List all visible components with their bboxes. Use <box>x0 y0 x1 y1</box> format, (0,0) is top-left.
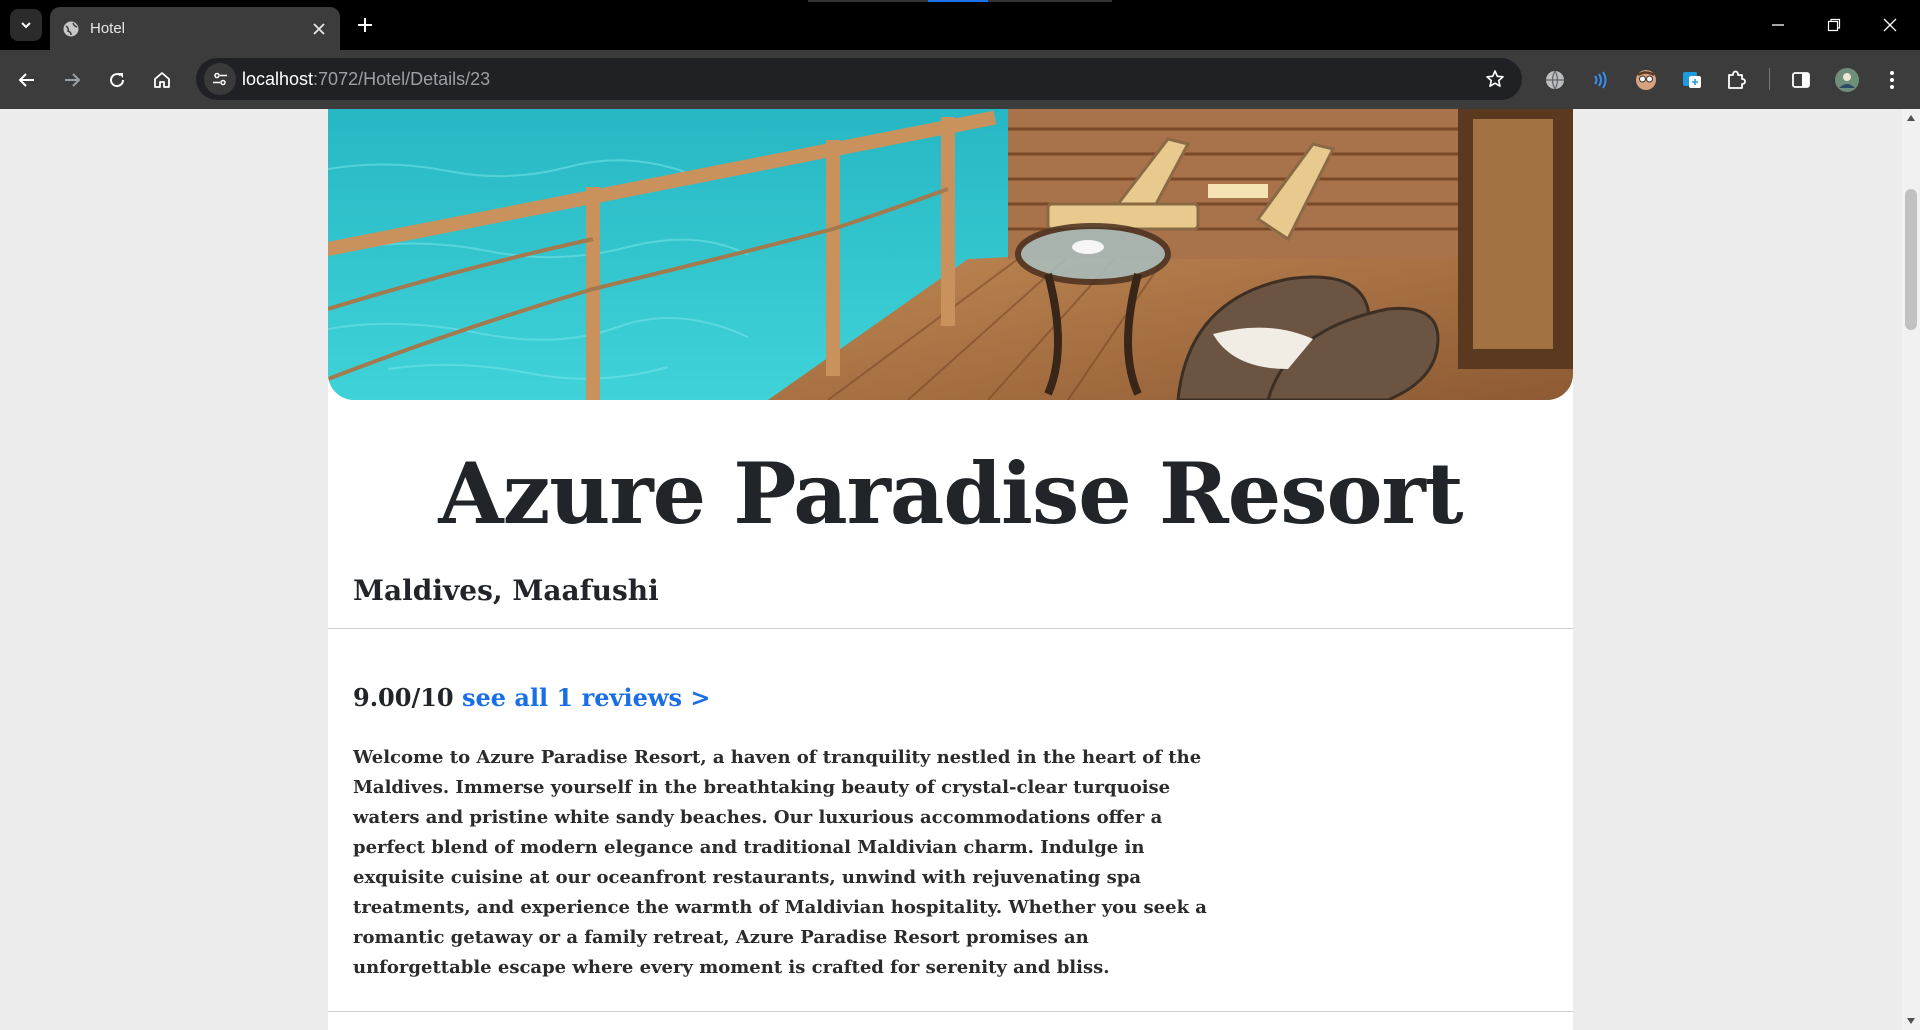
url-path: :7072/Hotel/Details/23 <box>313 69 491 89</box>
globe-extension-button[interactable] <box>1540 65 1570 95</box>
puzzle-icon <box>1728 70 1746 89</box>
extensions-button[interactable] <box>1721 65 1751 95</box>
tab-title: Hotel <box>90 20 126 37</box>
avatar-extension-button[interactable] <box>1631 65 1661 95</box>
tune-icon <box>213 72 227 86</box>
address-bar[interactable]: localhost:7072/Hotel/Details/23 <box>196 58 1522 100</box>
section-divider <box>328 628 1573 629</box>
triangle-up-icon <box>1907 115 1915 121</box>
minimize-icon <box>1772 24 1784 26</box>
rating-score: 9.00/10 <box>353 683 454 712</box>
arrow-left-icon <box>18 73 34 87</box>
profile-avatar-icon <box>1835 68 1859 92</box>
new-tab-button[interactable] <box>350 10 380 40</box>
hotel-description: Welcome to Azure Paradise Resort, a have… <box>353 747 1207 978</box>
tab-search-button[interactable] <box>10 9 42 41</box>
home-icon <box>154 72 170 88</box>
url-host: localhost <box>242 69 314 89</box>
star-icon <box>1486 70 1504 87</box>
reload-button[interactable] <box>99 62 135 98</box>
toolbar-separator <box>1769 68 1770 90</box>
hotel-photo <box>328 109 1573 400</box>
top-indicator <box>808 0 1112 2</box>
arrow-right-icon <box>65 73 81 87</box>
bookmark-button[interactable] <box>1480 64 1510 94</box>
plus-icon <box>358 18 372 32</box>
hotel-location: Maldives, Maafushi <box>353 574 659 607</box>
section-divider <box>328 1011 1573 1012</box>
side-panel-button[interactable] <box>1786 65 1816 95</box>
restore-button[interactable] <box>1814 8 1854 42</box>
close-window-button[interactable] <box>1870 8 1910 42</box>
url-text: localhost:7072/Hotel/Details/23 <box>242 69 490 90</box>
avatar-extension-icon <box>1636 70 1656 90</box>
minimize-button[interactable] <box>1758 8 1798 42</box>
menu-button[interactable] <box>1877 65 1907 95</box>
page-scrollbar[interactable] <box>1902 109 1920 1030</box>
scrollbar-thumb[interactable] <box>1905 189 1917 330</box>
scroll-down-button[interactable] <box>1902 1012 1920 1030</box>
profile-button[interactable] <box>1832 65 1862 95</box>
tab-strip: Hotel <box>0 0 1920 50</box>
reload-icon <box>110 73 125 88</box>
triangle-down-icon <box>1907 1018 1915 1024</box>
forward-button[interactable] <box>54 62 90 98</box>
scroll-up-button[interactable] <box>1902 109 1920 127</box>
tab-hotel[interactable]: Hotel <box>50 7 340 50</box>
home-button[interactable] <box>144 62 180 98</box>
browser-toolbar: localhost:7072/Hotel/Details/23 <box>0 50 1920 109</box>
side-panel-icon <box>1792 72 1810 88</box>
close-icon <box>1883 18 1897 32</box>
close-icon <box>313 22 325 35</box>
restore-icon <box>1827 18 1841 32</box>
rating-row: 9.00/10 see all 1 reviews > <box>353 683 710 712</box>
hotel-hero-image <box>328 109 1573 400</box>
chevron-down-icon <box>21 22 31 29</box>
page-viewport: Azure Paradise Resort Maldives, Maafushi… <box>0 109 1902 1030</box>
hotel-details-card: Azure Paradise Resort Maldives, Maafushi… <box>328 109 1573 1030</box>
translate-extension-icon <box>1683 72 1701 88</box>
site-info-button[interactable] <box>204 63 236 95</box>
see-all-reviews-link[interactable]: see all 1 reviews > <box>462 683 710 712</box>
globe-extension-icon <box>1546 70 1564 90</box>
back-button[interactable] <box>9 62 45 98</box>
wifi-extension-button[interactable] <box>1585 65 1615 95</box>
hotel-name-heading: Azure Paradise Resort <box>438 444 1463 543</box>
tab-close-button[interactable] <box>308 18 330 40</box>
more-vertical-icon <box>1890 71 1894 89</box>
translate-extension-button[interactable] <box>1677 65 1707 95</box>
globe-icon <box>63 21 79 36</box>
wifi-extension-icon <box>1594 71 1607 89</box>
